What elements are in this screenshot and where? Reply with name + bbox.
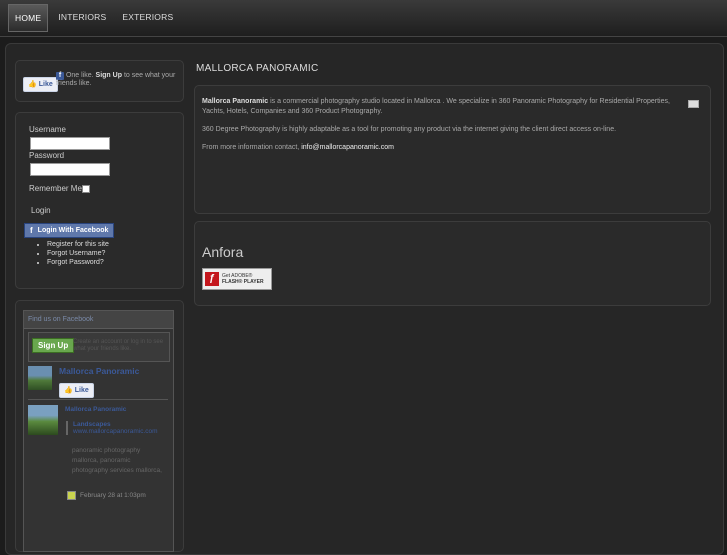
login-with-facebook-button[interactable]: f Login With Facebook <box>24 220 115 238</box>
forgot-password-link[interactable]: Forgot Password? <box>47 259 109 266</box>
article-paragraph-2: 360 Degree Photography is highly adaptab… <box>202 126 617 133</box>
article-p3-text: From more information contact, <box>202 144 300 151</box>
widget-header: Find us on Facebook <box>24 311 173 329</box>
facebook-icon: f <box>56 72 64 80</box>
like-button[interactable]: 👍 Like <box>23 73 58 92</box>
top-navigation-bar: HOME INTERIORS EXTERIORS <box>0 0 727 37</box>
like-button-label: Like <box>38 80 53 88</box>
page-name[interactable]: Mallorca Panoramic <box>59 366 139 376</box>
email-icon[interactable] <box>688 100 699 108</box>
post-timestamp: February 28 at 1:03pm <box>67 491 146 500</box>
signup-panel: Sign Up Create an account or log in to s… <box>28 332 170 362</box>
article-paragraph-3: From more information contact, info@mall… <box>202 143 672 153</box>
remember-me-checkbox[interactable] <box>82 185 90 193</box>
signup-text: Create an account or log in to see what … <box>73 339 164 352</box>
article-p1-text: is a commercial photography studio locat… <box>202 98 670 115</box>
post-avatar <box>28 405 58 435</box>
like-text-before: One like. <box>65 72 94 79</box>
username-label: Username <box>29 125 66 134</box>
thumb-up-icon: 👍 <box>28 81 37 88</box>
facebook-like-box: 👍 Like f One like. Sign Up to see what yo… <box>15 60 184 102</box>
article-paragraph-1: Mallorca Panoramic is a commercial photo… <box>202 97 672 117</box>
post-date[interactable]: February 28 at 1:03pm <box>80 492 146 499</box>
register-link[interactable]: Register for this site <box>47 241 109 248</box>
anfora-title: Anfora <box>202 244 244 260</box>
nav-exteriors[interactable]: EXTERIORS <box>116 4 179 30</box>
page-like-button[interactable]: 👍 Like <box>59 379 94 398</box>
login-button[interactable]: Login <box>31 206 51 215</box>
thumb-up-icon: 👍 <box>64 387 73 394</box>
forgot-username-link[interactable]: Forgot Username? <box>47 250 109 257</box>
like-text: f One like. Sign Up to see what your fri… <box>56 72 180 87</box>
page-avatar <box>28 366 52 390</box>
login-box: Username Password Remember Me Login f Log… <box>15 112 184 289</box>
post-description: panoramic photography mallorca, panorami… <box>72 447 162 474</box>
signup-button[interactable]: Sign Up <box>32 338 75 353</box>
flash-big-text: FLASH® PLAYER <box>222 279 264 285</box>
anfora-box: Anfora ƒ Get ADOBE® FLASH® PLAYER <box>194 221 711 306</box>
facebook-widget: Find us on Facebook Sign Up Create an ac… <box>23 310 174 552</box>
contact-email-link[interactable]: info@mallorcapanoramic.com <box>301 144 394 151</box>
facebook-page-widget-box: Find us on Facebook Sign Up Create an ac… <box>15 300 184 552</box>
login-fb-label: Login With Facebook <box>37 227 109 234</box>
article-title: MALLORCA PANORAMIC <box>196 63 319 74</box>
like-signup-link[interactable]: Sign Up <box>96 72 122 79</box>
post-attachment: Landscapes www.mallorcapanoramic.com <box>66 421 173 435</box>
company-name: Mallorca Panoramic <box>202 98 269 105</box>
password-input[interactable] <box>30 163 110 176</box>
password-label: Password <box>29 151 65 160</box>
post-type-icon <box>67 491 76 500</box>
page-like-label: Like <box>74 386 89 394</box>
login-links: Register for this site Forgot Username? … <box>24 241 109 268</box>
divider <box>28 399 168 400</box>
article-box: Mallorca Panoramic is a commercial photo… <box>194 85 711 214</box>
flash-icon: ƒ <box>205 272 219 286</box>
get-flash-player-button[interactable]: ƒ Get ADOBE® FLASH® PLAYER <box>202 268 272 290</box>
facebook-icon: f <box>30 226 33 235</box>
nav-interiors[interactable]: INTERIORS <box>52 4 112 30</box>
post-author[interactable]: Mallorca Panoramic <box>65 406 126 413</box>
username-input[interactable] <box>30 137 110 150</box>
main-nav: HOME INTERIORS EXTERIORS <box>8 4 179 32</box>
post-link-title[interactable]: Landscapes <box>73 421 173 428</box>
post-link-url[interactable]: www.mallorcapanoramic.com <box>73 428 173 435</box>
remember-me-label: Remember Me <box>29 184 82 193</box>
nav-home[interactable]: HOME <box>8 4 49 32</box>
